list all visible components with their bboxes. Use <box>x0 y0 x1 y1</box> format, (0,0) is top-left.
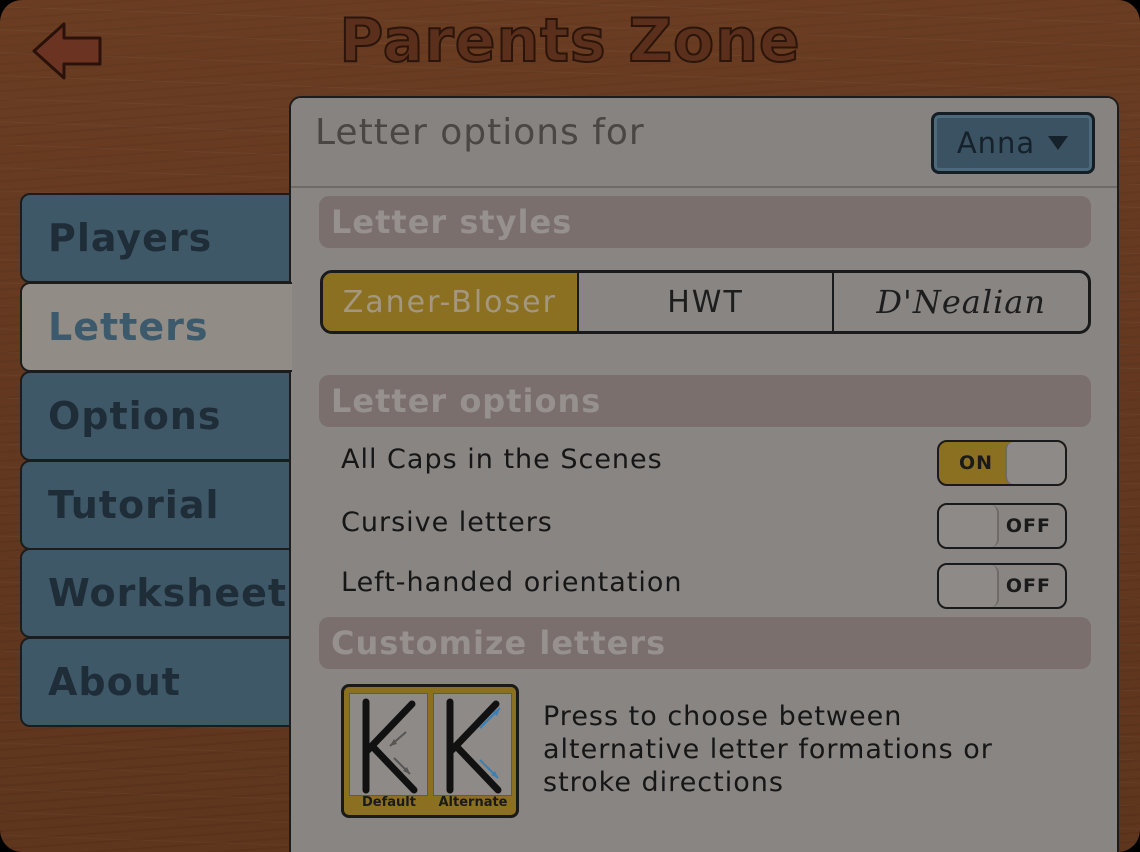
section-heading: Letter options <box>331 382 602 420</box>
letter-k-default-icon <box>362 698 418 794</box>
tab-label: Worksheet <box>48 571 288 615</box>
toggle-state: OFF <box>1005 515 1051 537</box>
page-title: Parents Zone <box>338 5 801 77</box>
option-label-all-caps: All Caps in the Scenes <box>341 444 663 475</box>
dropdown-triangle-icon <box>1048 136 1069 150</box>
option-label-cursive: Cursive letters <box>341 507 553 538</box>
left-handed-toggle[interactable]: OFF <box>937 563 1067 609</box>
tab-label: Tutorial <box>48 483 220 527</box>
cursive-toggle[interactable]: OFF <box>937 503 1067 549</box>
parents-zone-screen: Parents Zone Players Options Tutorial Wo… <box>0 0 1140 852</box>
tab-players[interactable]: Players <box>20 193 295 283</box>
panel-title: Letter options for <box>315 112 645 153</box>
toggle-knob <box>1005 442 1065 484</box>
option-label-left-handed: Left-handed orientation <box>341 567 683 598</box>
tab-tutorial[interactable]: Tutorial <box>20 460 295 550</box>
letter-style-selector: Zaner-Bloser HWT D'Nealian <box>320 270 1091 334</box>
letter-k-alternate-icon <box>446 698 502 794</box>
toggle-state: ON <box>959 452 994 474</box>
tab-label: Options <box>48 394 222 438</box>
default-caption: Default <box>362 795 416 810</box>
style-dnealian[interactable]: D'Nealian <box>834 273 1088 331</box>
tab-worksheet[interactable]: Worksheet <box>20 548 295 638</box>
tab-about[interactable]: About <box>20 637 295 727</box>
customize-description: Press to choose between alternative lett… <box>543 701 993 798</box>
toggle-knob <box>939 565 999 607</box>
section-letter-styles: Letter styles <box>319 196 1091 248</box>
section-customize-letters: Customize letters <box>319 617 1091 669</box>
section-letter-options: Letter options <box>319 375 1091 427</box>
player-select-value: Anna <box>956 126 1036 160</box>
toggle-knob <box>939 505 999 547</box>
customize-letters-button[interactable]: Default Alternate <box>341 684 519 818</box>
style-hwt[interactable]: HWT <box>579 273 835 331</box>
tab-label: Players <box>48 216 213 260</box>
player-select[interactable]: Anna <box>931 112 1095 174</box>
style-zaner-bloser[interactable]: Zaner-Bloser <box>323 273 579 331</box>
panel-header: Letter options for Anna <box>291 98 1117 188</box>
alternate-caption: Alternate <box>438 795 508 810</box>
default-k-card <box>349 693 428 796</box>
tab-label: Letters <box>48 305 209 349</box>
section-heading: Letter styles <box>331 203 573 241</box>
toggle-state: OFF <box>1005 575 1051 597</box>
letter-options-panel: Letter options for Anna Letter styles Za… <box>289 96 1119 852</box>
alternate-k-card <box>433 693 512 796</box>
tab-label: About <box>48 660 181 704</box>
section-heading: Customize letters <box>331 624 667 662</box>
tab-letters[interactable]: Letters <box>20 282 292 372</box>
tab-options[interactable]: Options <box>20 371 295 461</box>
all-caps-toggle[interactable]: ON <box>937 440 1067 486</box>
